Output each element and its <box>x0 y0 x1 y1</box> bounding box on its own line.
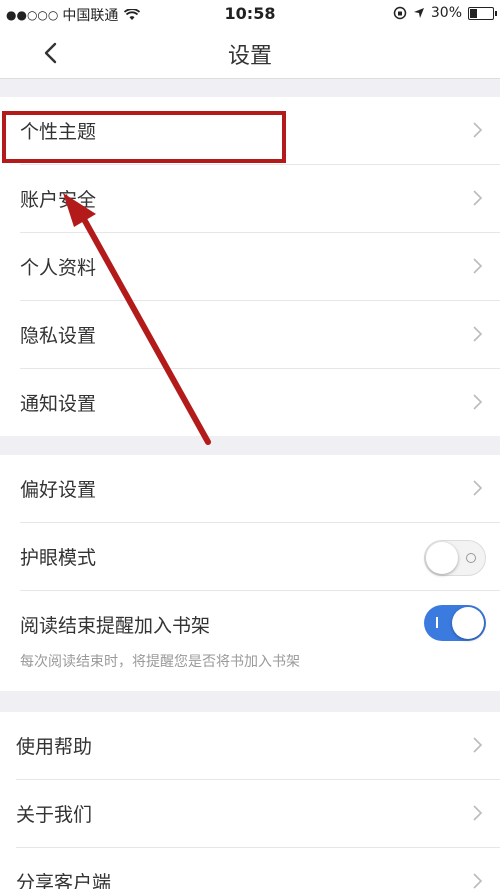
settings-item-preferences[interactable]: 偏好设置 <box>20 455 500 523</box>
chevron-right-icon <box>473 805 483 821</box>
settings-item-label: 护眼模式 <box>20 547 97 569</box>
settings-item-share[interactable]: 分享客户端 <box>16 848 500 889</box>
chevron-right-icon <box>473 258 483 274</box>
settings-item-label: 通知设置 <box>20 393 97 415</box>
battery-fill <box>470 8 477 18</box>
settings-item-label: 分享客户端 <box>16 872 112 889</box>
nav-bar: 设置 <box>0 28 500 79</box>
page-title: 设置 <box>227 44 272 69</box>
settings-item-label: 阅读结束提醒加入书架 <box>20 615 211 637</box>
settings-item-label: 个人资料 <box>20 257 97 279</box>
status-bar: ●●○○○ 中国联通 10:58 30% <box>0 0 500 28</box>
settings-item-label: 使用帮助 <box>16 736 93 758</box>
battery-icon <box>468 6 497 20</box>
chevron-right-icon <box>473 122 483 138</box>
settings-group-2: 偏好设置 护眼模式 阅读结束提醒加入书架 每次阅读结束时，将提醒您是否将书加入书… <box>0 455 500 691</box>
settings-item-label: 账户安全 <box>20 189 97 211</box>
settings-item-about[interactable]: 关于我们 <box>16 780 500 848</box>
chevron-right-icon <box>473 480 483 496</box>
settings-group-3: 使用帮助 关于我们 分享客户端 <box>0 712 500 889</box>
settings-item-label: 偏好设置 <box>20 479 97 501</box>
battery-percent: 30% <box>430 5 462 21</box>
toggle-off-mark <box>466 553 476 563</box>
toggle-knob <box>452 607 484 639</box>
location-arrow-icon <box>413 8 424 18</box>
eye-mode-toggle[interactable] <box>424 540 486 576</box>
toggle-on-mark <box>436 617 438 628</box>
settings-item-bookshelf-reminder: 阅读结束提醒加入书架 每次阅读结束时，将提醒您是否将书加入书架 <box>20 591 500 691</box>
toggle-knob <box>426 542 458 574</box>
chevron-right-icon <box>473 326 483 342</box>
settings-item-profile[interactable]: 个人资料 <box>20 233 500 301</box>
chevron-right-icon <box>473 873 483 889</box>
bookshelf-reminder-toggle[interactable] <box>424 605 486 641</box>
settings-item-label: 隐私设置 <box>20 325 97 347</box>
settings-item-hint: 每次阅读结束时，将提醒您是否将书加入书架 <box>20 654 300 670</box>
chevron-right-icon <box>473 394 483 410</box>
chevron-right-icon <box>473 737 483 753</box>
settings-item-privacy[interactable]: 隐私设置 <box>20 301 500 369</box>
status-right: 30% <box>393 5 497 21</box>
settings-item-help[interactable]: 使用帮助 <box>16 712 500 780</box>
settings-item-eye-mode: 护眼模式 <box>20 523 500 591</box>
chevron-right-icon <box>473 190 483 206</box>
settings-item-label: 关于我们 <box>16 804 93 826</box>
settings-item-account-security[interactable]: 账户安全 <box>20 165 500 233</box>
settings-item-notifications[interactable]: 通知设置 <box>20 369 500 436</box>
highlight-box <box>2 111 286 163</box>
orientation-lock-icon <box>393 6 407 20</box>
